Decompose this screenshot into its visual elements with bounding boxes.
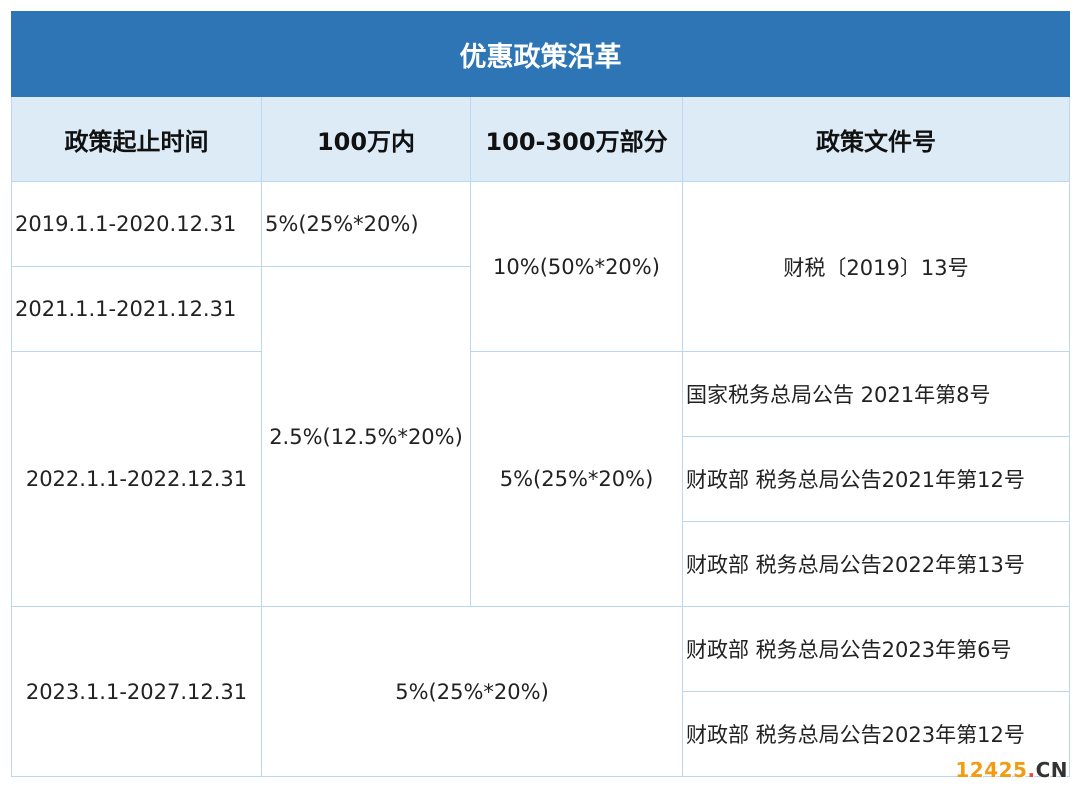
rate-within-1m-2019: 5%(25%*20%) [261, 181, 471, 267]
rate-within-1m-2021-2022: 2.5%(12.5%*20%) [261, 266, 471, 607]
header-document: 政策文件号 [682, 96, 1070, 182]
policy-history-table: 优惠政策沿革 政策起止时间 100万内 100-300万部分 政策文件号 201… [11, 11, 1070, 777]
doc-2023-a: 财政部 税务总局公告2023年第6号 [682, 606, 1070, 692]
doc-2022-c: 财政部 税务总局公告2022年第13号 [682, 521, 1070, 607]
period-2023: 2023.1.1-2027.12.31 [11, 606, 262, 777]
table-row: 2019.1.1-2020.12.31 5%(25%*20%) 10%(50%*… [11, 181, 1070, 352]
rate-combined-2023: 5%(25%*20%) [261, 606, 683, 777]
header-range-1m-3m: 100-300万部分 [470, 96, 683, 182]
table-row: 2023.1.1-2027.12.31 5%(25%*20%) 财政部 税务总局… [11, 606, 1070, 777]
doc-2022-a: 国家税务总局公告 2021年第8号 [682, 351, 1070, 437]
header-within-1m: 100万内 [261, 96, 471, 182]
rate-range-2019-2021: 10%(50%*20%) [470, 181, 683, 352]
doc-2022-b: 财政部 税务总局公告2021年第12号 [682, 436, 1070, 522]
rate-range-2022: 5%(25%*20%) [470, 351, 683, 607]
watermark-dot: . [1027, 758, 1036, 782]
page: 优惠政策沿革 政策起止时间 100万内 100-300万部分 政策文件号 201… [0, 0, 1080, 790]
header-period: 政策起止时间 [11, 96, 262, 182]
period-2021: 2021.1.1-2021.12.31 [11, 266, 262, 352]
doc-2019-2021: 财税〔2019〕13号 [682, 181, 1070, 352]
period-2019: 2019.1.1-2020.12.31 [11, 181, 262, 267]
table-row: 2022.1.1-2022.12.31 5%(25%*20%) 国家税务总局公告… [11, 351, 1070, 607]
site-watermark: 12425.CN [955, 758, 1068, 782]
table-title: 优惠政策沿革 [11, 11, 1070, 97]
watermark-number: 12425 [955, 758, 1028, 782]
period-2022: 2022.1.1-2022.12.31 [11, 351, 262, 607]
watermark-suffix: CN [1035, 758, 1068, 782]
